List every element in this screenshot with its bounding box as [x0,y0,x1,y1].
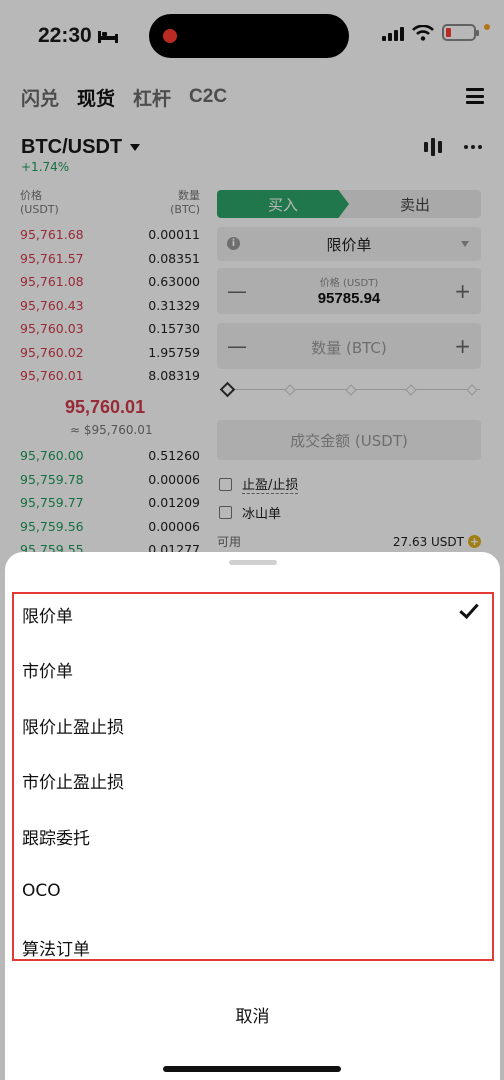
option-label: OCO [22,881,61,901]
home-indicator[interactable] [163,1066,341,1072]
order-type-sheet: 限价单 市价单 限价止盈止损 市价止盈止损 跟踪委托 OCO 算法订单 取消 [5,552,500,1080]
option-trailing-order[interactable]: 跟踪委托 [22,816,482,856]
option-label: 限价单 [22,606,73,627]
option-label: 市价单 [22,661,73,682]
option-market-tp-sl[interactable]: 市价止盈止损 [22,760,482,800]
option-label: 市价止盈止损 [22,772,124,793]
option-limit-order[interactable]: 限价单 [22,594,482,634]
order-type-options: 限价单 市价单 限价止盈止损 市价止盈止损 跟踪委托 OCO 算法订单 [12,592,494,961]
option-market-order[interactable]: 市价单 [22,649,482,689]
checkmark-icon [459,598,479,620]
option-algo-order[interactable]: 算法订单 [22,927,482,967]
option-limit-tp-sl[interactable]: 限价止盈止损 [22,705,482,745]
option-oco[interactable]: OCO [22,871,482,911]
cancel-button[interactable]: 取消 [5,994,500,1034]
sheet-grabber[interactable] [229,560,277,565]
option-label: 跟踪委托 [22,828,90,849]
option-label: 算法订单 [22,939,90,960]
option-label: 限价止盈止损 [22,717,124,738]
